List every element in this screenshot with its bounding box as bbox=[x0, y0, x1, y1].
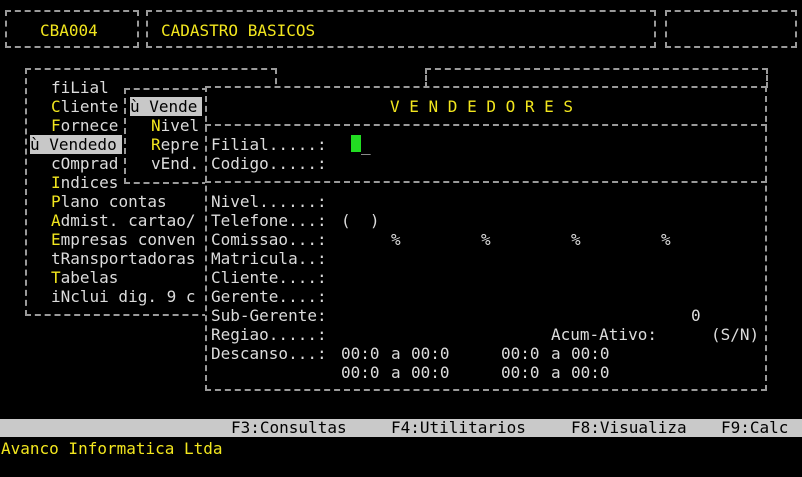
menu-item-plano-contas[interactable]: Plano contas bbox=[51, 192, 167, 211]
comissao-pct-3: % bbox=[571, 230, 581, 249]
screen-title: CADASTRO BASICOS bbox=[161, 21, 316, 40]
filial-input-cursor[interactable] bbox=[351, 135, 361, 152]
menu-item-filial[interactable]: fiLial bbox=[51, 78, 109, 97]
program-code: CBA004 bbox=[40, 21, 98, 40]
descanso-label: Descanso...: bbox=[211, 344, 327, 363]
descanso-3-a: a bbox=[391, 363, 401, 382]
menu-item-vendedor[interactable]: ù Vendedo bbox=[30, 135, 122, 154]
telefone-label: Telefone...: bbox=[211, 211, 327, 230]
menu-item-empresas-conven[interactable]: Empresas conven bbox=[51, 230, 196, 249]
menu-item-indices[interactable]: Indices bbox=[51, 173, 118, 192]
form-title: V E N D E D O R E S bbox=[390, 97, 574, 116]
comissao-label: Comissao...: bbox=[211, 230, 327, 249]
codigo-label: Codigo.....: bbox=[211, 154, 327, 173]
menu-item-transportadoras[interactable]: tRansportadoras bbox=[51, 249, 196, 268]
status-box bbox=[665, 10, 797, 48]
submenu-item-representante[interactable]: Repre bbox=[151, 135, 199, 154]
acum-ativo-label: Acum-Ativo: bbox=[551, 325, 657, 344]
f3-consultas-key[interactable]: F3:Consultas bbox=[231, 419, 347, 437]
descanso-4-from[interactable]: 00:0 bbox=[501, 363, 540, 382]
comissao-pct-2: % bbox=[481, 230, 491, 249]
descanso-3-from[interactable]: 00:0 bbox=[341, 363, 380, 382]
regiao-label: Regiao.....: bbox=[211, 325, 327, 344]
filial-label: Filial.....: bbox=[211, 135, 327, 154]
descanso-2-from[interactable]: 00:0 bbox=[501, 344, 540, 363]
submenu-item-vendedor[interactable]: ù Vende bbox=[130, 97, 202, 116]
menu-item-admist-cartao[interactable]: Admist. cartao/ bbox=[51, 211, 196, 230]
gerente-label: Gerente....: bbox=[211, 287, 327, 306]
f9-calc-key[interactable]: F9:Calc bbox=[721, 419, 788, 437]
descanso-2-a: a bbox=[551, 344, 561, 363]
nivel-label: Nivel......: bbox=[211, 192, 327, 211]
descanso-1-from[interactable]: 00:0 bbox=[341, 344, 380, 363]
company-name: Avanco Informatica Ltda bbox=[1, 439, 223, 458]
descanso-1-a: a bbox=[391, 344, 401, 363]
comissao-pct-4: % bbox=[661, 230, 671, 249]
acum-ativo-hint: (S/N) bbox=[711, 325, 760, 344]
menu-item-comprador[interactable]: cOmprad bbox=[51, 154, 118, 173]
menu-item-tabelas[interactable]: Tabelas bbox=[51, 268, 118, 287]
filial-input-underline: _ bbox=[361, 136, 371, 155]
submenu-item-vend[interactable]: vEnd. bbox=[151, 154, 199, 173]
telefone-field[interactable]: ( ) bbox=[341, 211, 380, 230]
matricula-label: Matricula..: bbox=[211, 249, 327, 268]
descanso-1-to[interactable]: 00:0 bbox=[411, 344, 450, 363]
menu-item-inclui-dig[interactable]: iNclui dig. 9 c bbox=[51, 287, 196, 306]
descanso-4-a: a bbox=[551, 363, 561, 382]
comissao-pct-1: % bbox=[391, 230, 401, 249]
submenu-item-nivel[interactable]: Nivel bbox=[151, 116, 199, 135]
f8-visualiza-key[interactable]: F8:Visualiza bbox=[571, 419, 687, 437]
f4-utilitarios-key[interactable]: F4:Utilitarios bbox=[391, 419, 526, 437]
descanso-4-to[interactable]: 00:0 bbox=[571, 363, 610, 382]
cliente-label: Cliente....: bbox=[211, 268, 327, 287]
menu-item-cliente[interactable]: Cliente bbox=[51, 97, 118, 116]
descanso-2-to[interactable]: 00:0 bbox=[571, 344, 610, 363]
menu-item-fornecedor[interactable]: Fornece bbox=[51, 116, 118, 135]
subgerente-value[interactable]: 0 bbox=[691, 306, 701, 325]
subgerente-label: Sub-Gerente: bbox=[211, 306, 327, 325]
descanso-3-to[interactable]: 00:0 bbox=[411, 363, 450, 382]
right-frame-box bbox=[425, 68, 768, 88]
